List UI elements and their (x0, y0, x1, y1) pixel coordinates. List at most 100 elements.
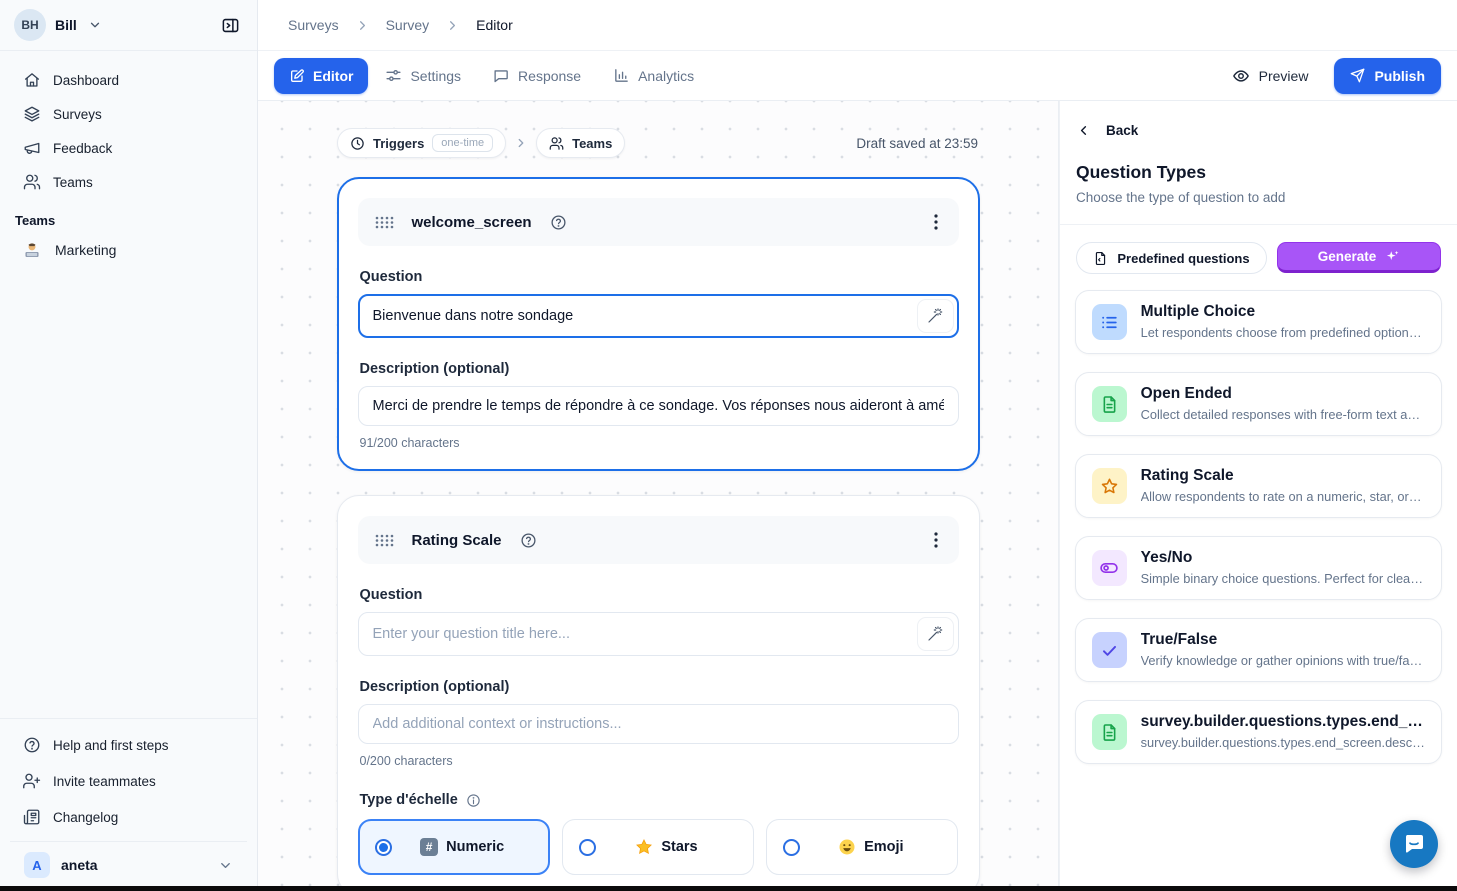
breadcrumb-survey[interactable]: Survey (386, 17, 430, 33)
question-type-list: Multiple Choice Let respondents choose f… (1060, 274, 1457, 780)
bar-chart-icon (613, 67, 630, 84)
predefined-label: Predefined questions (1117, 251, 1249, 266)
tab-response[interactable]: Response (478, 58, 596, 94)
type-description: Verify knowledge or gather opinions with… (1141, 653, 1425, 668)
hash-keycap-icon: # (420, 838, 438, 856)
description-input[interactable] (358, 386, 959, 426)
question-input-wrap (358, 294, 959, 338)
scale-option-label: Emoji (864, 839, 903, 855)
send-icon (1350, 68, 1365, 83)
clock-icon (350, 136, 365, 151)
breadcrumb-surveys[interactable]: Surveys (288, 17, 339, 33)
type-card-yes-no[interactable]: Yes/No Simple binary choice questions. P… (1075, 536, 1442, 600)
help-circle-icon[interactable] (550, 214, 567, 231)
file-icon (1093, 251, 1108, 266)
chevron-down-icon (218, 858, 233, 873)
tab-label: Editor (313, 68, 353, 84)
panel-actions: Predefined questions Generate (1060, 225, 1457, 274)
sidebar-item-marketing[interactable]: Marketing (10, 234, 247, 266)
sidebar-item-help[interactable]: Help and first steps (10, 727, 247, 763)
user-plus-icon (23, 772, 41, 790)
breadcrumb: Surveys Survey Editor (258, 0, 1457, 51)
predefined-questions-button[interactable]: Predefined questions (1076, 242, 1267, 274)
newspaper-icon (23, 808, 41, 826)
preview-label: Preview (1259, 68, 1309, 84)
users-icon (549, 136, 564, 151)
chevron-right-icon (445, 18, 460, 33)
triggers-badge: one-time (432, 134, 493, 152)
question-label: Question (360, 587, 957, 603)
sidebar-item-invite[interactable]: Invite teammates (10, 763, 247, 799)
scale-option-stars[interactable]: Stars (562, 819, 754, 875)
description-label: Description (optional) (360, 679, 957, 695)
panel-header: Back Question Types Choose the type of q… (1060, 101, 1457, 225)
account-avatar: A (24, 852, 50, 878)
type-card-rating-scale[interactable]: Rating Scale Allow respondents to rate o… (1075, 454, 1442, 518)
type-description: Simple binary choice questions. Perfect … (1141, 571, 1425, 586)
type-card-true-false[interactable]: True/False Verify knowledge or gather op… (1075, 618, 1442, 682)
type-card-multiple-choice[interactable]: Multiple Choice Let respondents choose f… (1075, 290, 1442, 354)
sidebar-item-changelog[interactable]: Changelog (10, 799, 247, 835)
description-input[interactable] (358, 704, 959, 744)
layers-icon (23, 105, 41, 123)
tab-editor[interactable]: Editor (274, 58, 368, 94)
tab-label: Response (518, 68, 581, 84)
sidebar-item-teams[interactable]: Teams (10, 165, 247, 199)
teams-pill[interactable]: Teams (536, 128, 625, 158)
drag-handle-icon[interactable] (375, 534, 394, 547)
file-text-icon (1092, 386, 1127, 422)
back-label: Back (1106, 123, 1138, 138)
type-card-end-screen[interactable]: survey.builder.questions.types.end_scr..… (1075, 700, 1442, 764)
sidebar-item-dashboard[interactable]: Dashboard (10, 63, 247, 97)
star-emoji-icon (635, 838, 653, 856)
canvas-header: Triggers one-time Teams Draft saved at 2… (337, 128, 978, 158)
magic-wand-button[interactable] (917, 617, 954, 651)
question-input[interactable] (358, 294, 959, 338)
breadcrumb-editor: Editor (476, 17, 513, 33)
scale-type-row: Type d'échelle (360, 792, 957, 808)
welcome-screen-card[interactable]: welcome_screen Question Description (opt… (337, 177, 980, 471)
sidebar-item-feedback[interactable]: Feedback (10, 131, 247, 165)
tab-settings[interactable]: Settings (370, 58, 476, 94)
scale-option-emoji[interactable]: Emoji (766, 819, 958, 875)
question-input[interactable] (358, 612, 959, 656)
generate-button[interactable]: Generate (1277, 242, 1441, 273)
workspace-switcher[interactable]: BH Bill (0, 0, 257, 51)
help-circle-icon[interactable] (520, 532, 537, 549)
info-icon[interactable] (466, 793, 481, 808)
back-button[interactable]: Back (1076, 123, 1138, 138)
card-menu-button[interactable] (930, 210, 942, 234)
chat-smile-icon (1402, 832, 1426, 856)
megaphone-icon (23, 139, 41, 157)
tab-analytics[interactable]: Analytics (598, 58, 709, 94)
rating-scale-card[interactable]: Rating Scale Question Description (optio… (337, 495, 980, 891)
type-card-open-ended[interactable]: Open Ended Collect detailed responses wi… (1075, 372, 1442, 436)
type-name: Rating Scale (1141, 467, 1425, 485)
survey-canvas: Triggers one-time Teams Draft saved at 2… (258, 101, 1059, 891)
file-text-icon (1092, 714, 1127, 750)
drag-handle-icon[interactable] (375, 216, 394, 229)
account-menu[interactable]: A aneta (10, 841, 247, 891)
scale-option-numeric[interactable]: # Numeric (358, 819, 550, 875)
generate-label: Generate (1318, 249, 1377, 264)
technologist-emoji-icon (23, 241, 41, 259)
smiley-emoji-icon (838, 838, 856, 856)
magic-wand-button[interactable] (917, 299, 954, 333)
question-label: Question (360, 269, 957, 285)
panel-collapse-icon (221, 16, 240, 35)
question-input-wrap (358, 612, 959, 656)
sidebar-item-label: Dashboard (53, 73, 119, 88)
type-description: Allow respondents to rate on a numeric, … (1141, 489, 1425, 504)
star-icon (1092, 468, 1127, 504)
card-menu-button[interactable] (930, 528, 942, 552)
question-types-panel: Back Question Types Choose the type of q… (1059, 101, 1457, 891)
type-name: Multiple Choice (1141, 303, 1425, 321)
chat-bubble-icon (493, 67, 510, 84)
sidebar-item-surveys[interactable]: Surveys (10, 97, 247, 131)
preview-button[interactable]: Preview (1220, 58, 1321, 94)
chat-widget-button[interactable] (1390, 820, 1438, 868)
sidebar-collapse-button[interactable] (213, 8, 247, 42)
triggers-pill[interactable]: Triggers one-time (337, 128, 506, 158)
publish-button[interactable]: Publish (1334, 58, 1441, 94)
list-icon (1092, 304, 1127, 340)
